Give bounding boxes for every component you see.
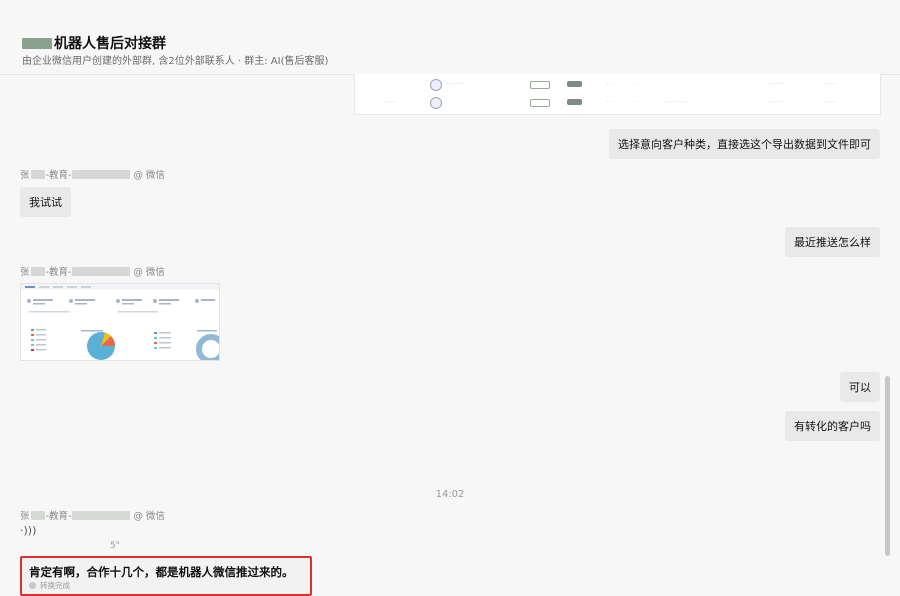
outgoing-message[interactable]: 有转化的客户吗 bbox=[785, 411, 880, 441]
voice-duration: 5" bbox=[110, 541, 120, 551]
table-row: · · · · · · · · · · · · · · · · · · · · … bbox=[355, 94, 880, 112]
sender-name: 张 -教育- @ 微信 bbox=[20, 266, 165, 278]
outgoing-message[interactable]: 可以 bbox=[840, 372, 880, 402]
redacted-title-prefix bbox=[22, 37, 52, 49]
chat-subtitle: 由企业微信用户创建的外部群, 含2位外部联系人 · 群主: AI(售后客服) bbox=[22, 56, 329, 67]
highlighted-transcription[interactable]: 肯定有啊，合作十几个，都是机器人微信推过来的。 转换完成 bbox=[20, 556, 312, 596]
transcription-text: 肯定有啊，合作十几个，都是机器人微信推过来的。 bbox=[29, 565, 294, 579]
voice-message[interactable]: ·))) bbox=[20, 524, 36, 537]
outgoing-message[interactable]: 选择意向客户种类，直接选这个导出数据到文件即可 bbox=[609, 129, 880, 159]
sender-name: 张 -教育- @ 微信 bbox=[20, 510, 165, 522]
avatar bbox=[430, 79, 442, 91]
voice-wave-icon: ·))) bbox=[20, 524, 37, 537]
incoming-message[interactable]: 我试试 bbox=[20, 187, 71, 217]
transcription-status: 转换完成 bbox=[29, 580, 70, 591]
chat-scrollbar[interactable] bbox=[885, 376, 890, 556]
avatar bbox=[430, 97, 442, 109]
chat-header: 机器人售后对接群 由企业微信用户创建的外部群, 含2位外部联系人 · 群主: A… bbox=[0, 0, 900, 75]
message-timestamp: 14:02 bbox=[435, 489, 465, 500]
dashboard-thumbnail-icon bbox=[21, 284, 219, 360]
sender-name: 张 -教育- @ 微信 bbox=[20, 169, 165, 181]
chat-title[interactable]: 机器人售后对接群 bbox=[54, 33, 166, 53]
dashboard-screenshot-image[interactable] bbox=[20, 283, 220, 361]
table-row: · · · · · · · · · · · · · · · · · · bbox=[355, 76, 880, 94]
status-dot-icon bbox=[29, 582, 36, 589]
chat-title-row: 机器人售后对接群 bbox=[22, 33, 166, 53]
outgoing-message[interactable]: 最近推送怎么样 bbox=[785, 227, 880, 257]
table-screenshot-image[interactable]: · · · · · · · · · · · · · · · · · · · · … bbox=[354, 74, 881, 115]
